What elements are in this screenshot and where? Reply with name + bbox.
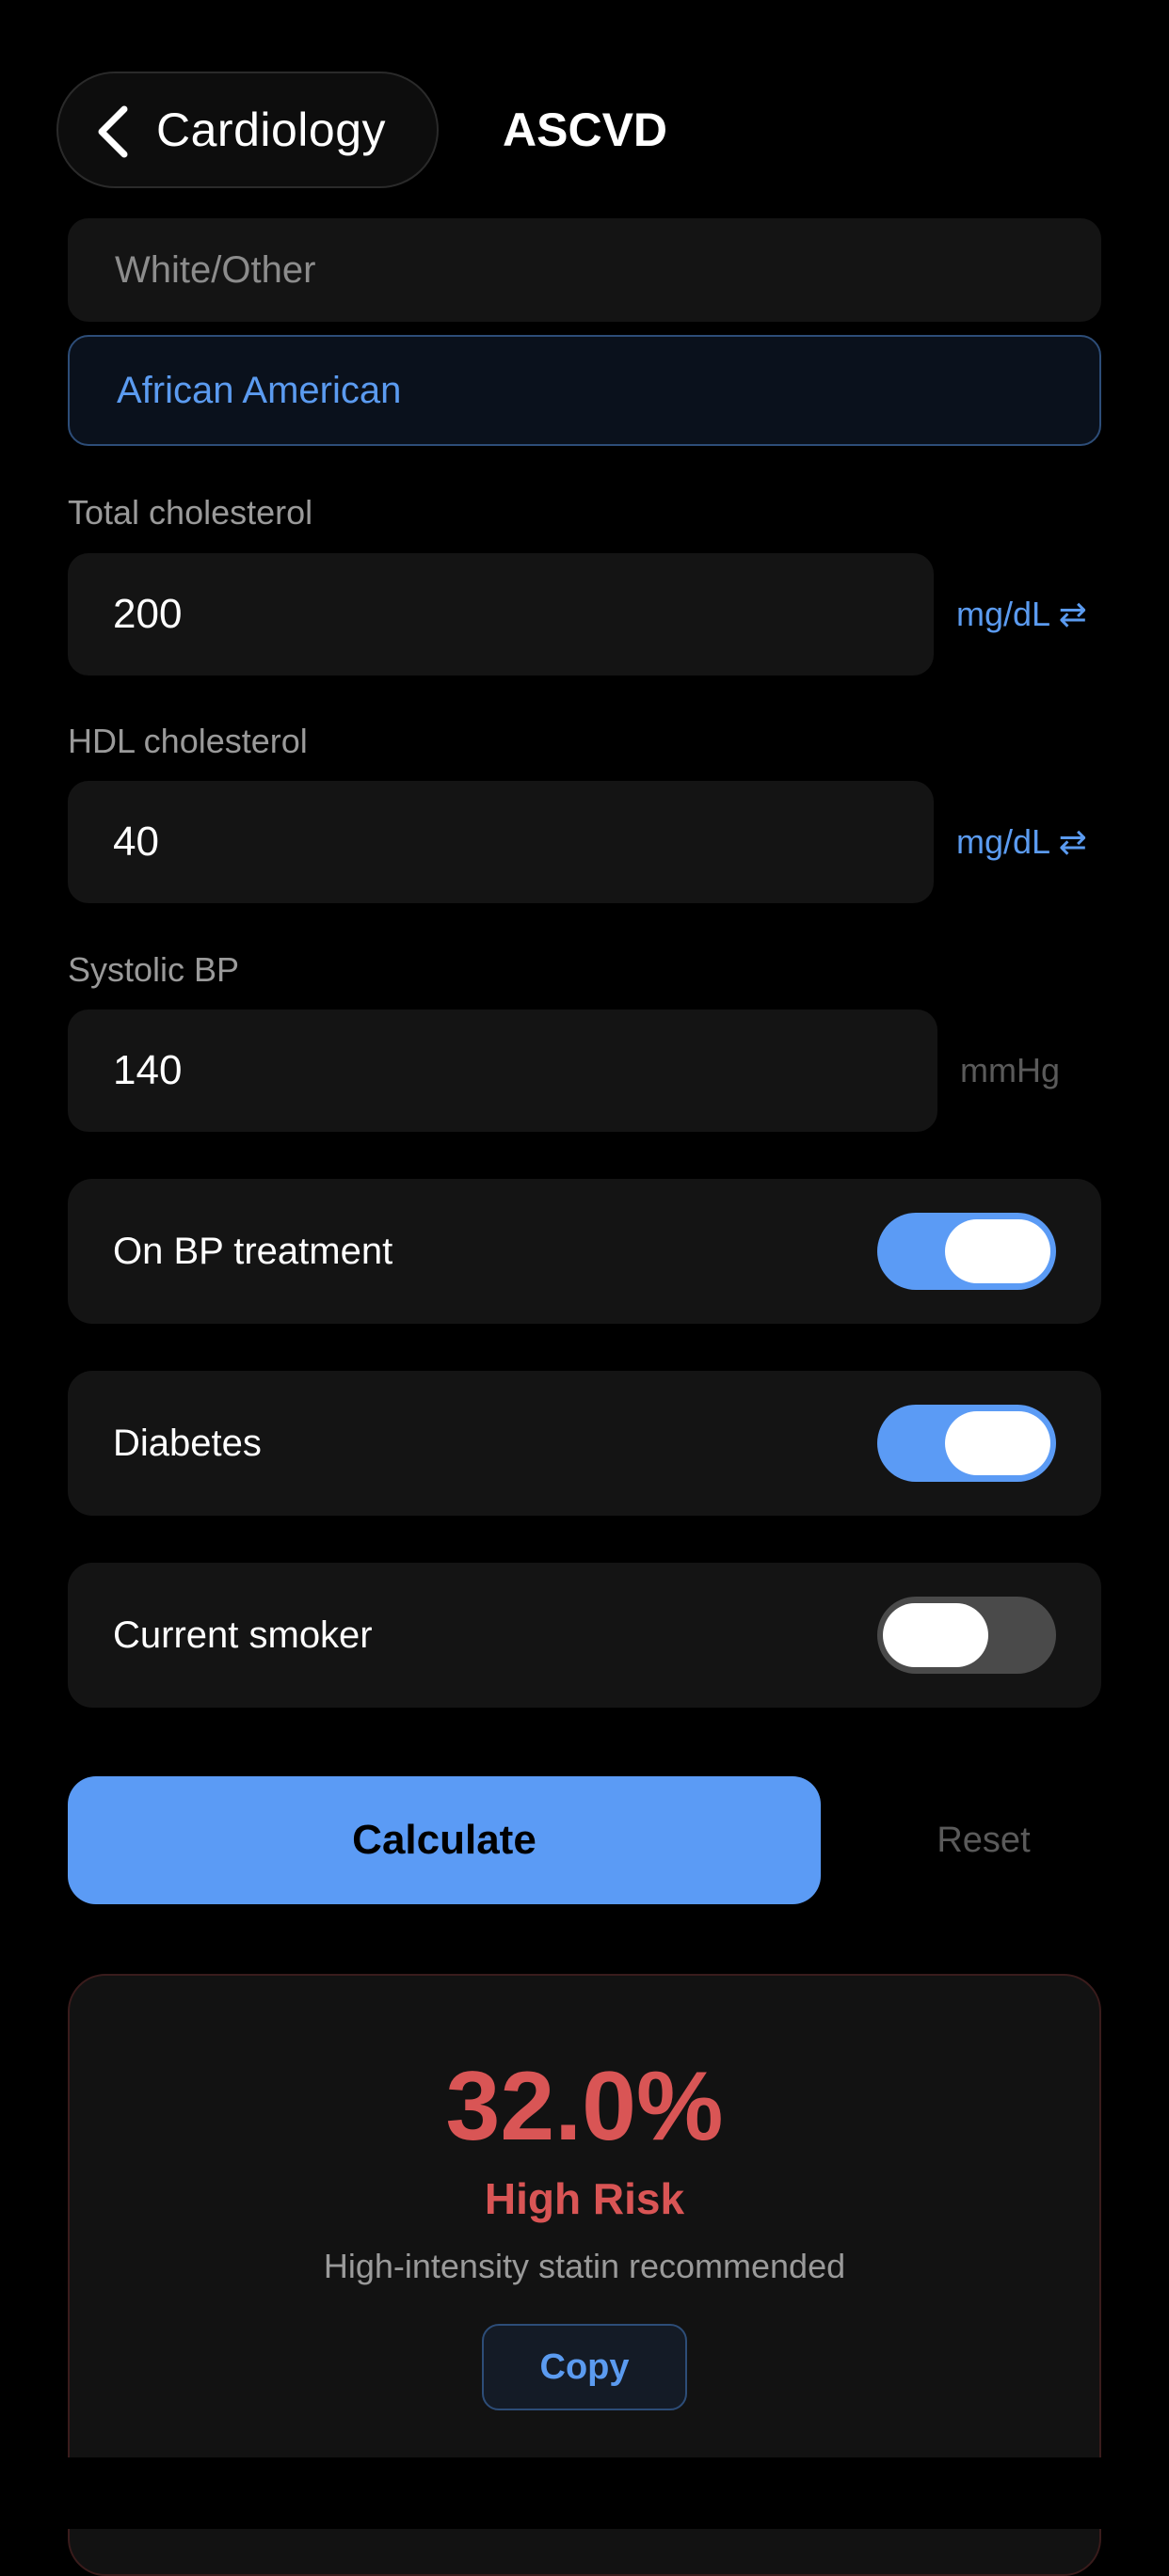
diabetes-switch[interactable] xyxy=(877,1405,1056,1482)
chevron-left-icon xyxy=(98,105,128,158)
back-button[interactable]: Cardiology xyxy=(56,72,439,188)
hdl-cholesterol-unit-toggle[interactable]: mg/dL ⇄ xyxy=(956,781,1087,903)
smoker-label: Current smoker xyxy=(113,1614,373,1656)
hdl-cholesterol-label: HDL cholesterol xyxy=(68,722,308,760)
bp-treatment-row: On BP treatment xyxy=(68,1179,1101,1324)
systolic-bp-input[interactable]: 140 xyxy=(68,1010,937,1132)
hdl-cholesterol-input[interactable]: 40 xyxy=(68,781,934,903)
systolic-bp-value: 140 xyxy=(113,1047,183,1093)
switch-knob xyxy=(883,1603,988,1667)
diabetes-label: Diabetes xyxy=(113,1423,262,1464)
race-option-african-american[interactable]: African American xyxy=(68,335,1101,446)
systolic-bp-label: Systolic BP xyxy=(68,950,240,989)
smoker-row: Current smoker xyxy=(68,1563,1101,1708)
risk-percentage: 32.0% xyxy=(445,2052,724,2161)
bp-treatment-switch[interactable] xyxy=(877,1213,1056,1290)
total-cholesterol-label: Total cholesterol xyxy=(68,493,313,532)
race-option-label: White/Other xyxy=(115,248,316,291)
bp-treatment-label: On BP treatment xyxy=(113,1231,393,1272)
copy-button[interactable]: Copy xyxy=(482,2324,687,2410)
calculate-button[interactable]: Calculate xyxy=(68,1776,821,1904)
smoker-switch[interactable] xyxy=(877,1597,1056,1674)
reset-button[interactable]: Reset xyxy=(885,1776,1082,1904)
race-option-white-other[interactable]: White/Other xyxy=(68,218,1101,322)
bottom-fade xyxy=(0,2457,1169,2529)
risk-level: High Risk xyxy=(484,2174,685,2223)
race-option-label: African American xyxy=(117,369,402,411)
total-cholesterol-value: 200 xyxy=(113,591,183,637)
page-title: ASCVD xyxy=(503,103,668,156)
diabetes-row: Diabetes xyxy=(68,1371,1101,1516)
systolic-bp-unit: mmHg xyxy=(960,1051,1060,1089)
total-cholesterol-unit-toggle[interactable]: mg/dL ⇄ xyxy=(956,553,1087,676)
total-cholesterol-input[interactable]: 200 xyxy=(68,553,934,676)
hdl-cholesterol-value: 40 xyxy=(113,819,159,865)
switch-knob xyxy=(945,1411,1050,1475)
switch-knob xyxy=(945,1219,1050,1283)
recommendation-text: High-intensity statin recommended xyxy=(323,2247,846,2285)
back-label: Cardiology xyxy=(156,103,387,156)
